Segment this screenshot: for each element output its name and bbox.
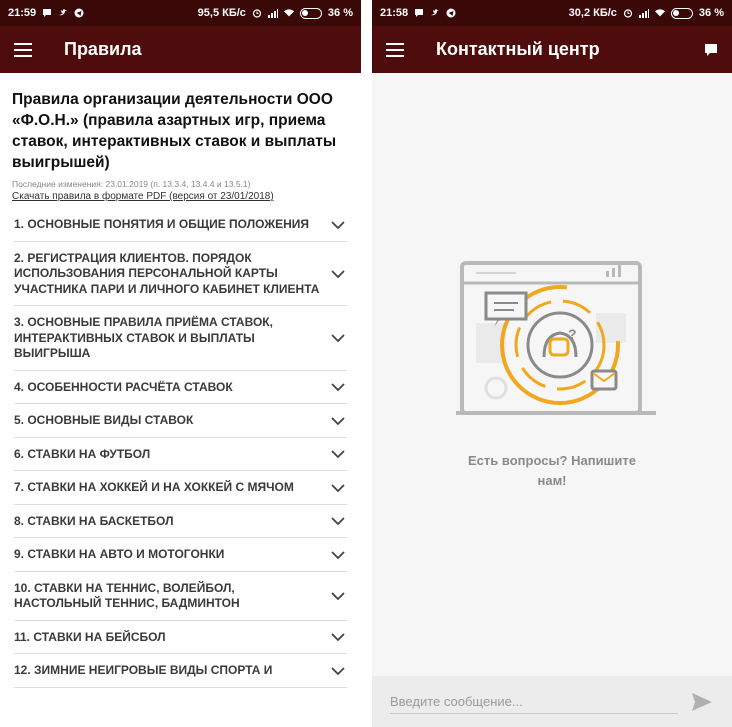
rules-list-item[interactable]: 2. РЕГИСТРАЦИЯ КЛИЕНТОВ. ПОРЯДОК ИСПОЛЬЗ… [14, 242, 347, 306]
battery-level: 36 % [698, 7, 724, 19]
status-bar: 21:59 95,5 КБ/с 36 % [0, 0, 361, 26]
network-speed: 30,2 КБ/с [568, 7, 617, 19]
battery-icon [299, 7, 322, 19]
network-speed: 95,5 КБ/с [197, 7, 246, 19]
message-composer [372, 676, 732, 727]
rules-list-item[interactable]: 10. СТАВКИ НА ТЕННИС, ВОЛЕЙБОЛ, НАСТОЛЬН… [14, 572, 347, 621]
chevron-down-icon[interactable] [331, 666, 345, 676]
rules-list-item[interactable]: 7. СТАВКИ НА ХОККЕЙ И НА ХОККЕЙ С МЯЧОМ [14, 471, 347, 505]
twitter-icon [431, 9, 440, 16]
chevron-down-icon[interactable] [331, 591, 345, 601]
chat-area: ? Есть вопросы? Напишите нам! [372, 73, 732, 677]
telegram-icon [446, 8, 456, 18]
battery-level: 36 % [327, 7, 353, 19]
wifi-icon [654, 9, 665, 17]
chevron-down-icon[interactable] [331, 449, 345, 459]
screen-divider [361, 0, 372, 727]
app-bar: Контактный центр [372, 26, 732, 73]
support-agent-icon: ? [456, 261, 656, 415]
svg-text:?: ? [568, 326, 577, 342]
menu-icon[interactable] [14, 42, 32, 57]
chevron-down-icon[interactable] [331, 632, 345, 642]
chevron-down-icon[interactable] [331, 333, 345, 343]
last-updated-text: Последние изменения: 23.01.2019 (п. 13.3… [12, 179, 251, 189]
rules-list-item[interactable]: 12. ЗИМНИЕ НЕИГРОВЫЕ ВИДЫ СПОРТА И [14, 654, 347, 688]
rules-list-item[interactable]: 4. ОСОБЕННОСТИ РАСЧЁТА СТАВОК [14, 371, 347, 404]
chevron-down-icon[interactable] [331, 550, 345, 560]
chevron-down-icon[interactable] [331, 220, 345, 230]
chevron-down-icon[interactable] [331, 483, 345, 493]
rule-title: 7. СТАВКИ НА ХОККЕЙ И НА ХОККЕЙ С МЯЧОМ [14, 480, 294, 494]
rules-list-item[interactable]: 8. СТАВКИ НА БАСКЕТБОЛ [14, 505, 347, 538]
contact-center-screen: 21:58 30,2 КБ/с 36 % Контактный центр ? … [372, 0, 732, 727]
alarm-icon [252, 9, 262, 18]
chat-bubble-icon [43, 9, 52, 17]
status-time: 21:59 [8, 7, 37, 19]
signal-icon [638, 9, 649, 18]
app-bar: Правила [0, 26, 361, 73]
rule-title: 9. СТАВКИ НА АВТО И МОТОГОНКИ [14, 547, 225, 561]
rule-title: 3. ОСНОВНЫЕ ПРАВИЛА ПРИЁМА СТАВОК, ИНТЕР… [14, 315, 273, 360]
wifi-icon [283, 9, 294, 17]
twitter-icon [59, 9, 68, 16]
status-bar: 21:58 30,2 КБ/с 36 % [372, 0, 732, 26]
chat-bubble-icon [415, 9, 424, 17]
rule-title: 1. ОСНОВНЫЕ ПОНЯТИЯ И ОБЩИЕ ПОЛОЖЕНИЯ [14, 217, 310, 231]
rules-list-item[interactable]: 11. СТАВКИ НА БЕЙСБОЛ [14, 621, 347, 654]
rule-title: 11. СТАВКИ НА БЕЙСБОЛ [14, 629, 166, 644]
rules-list-item[interactable]: 1. ОСНОВНЫЕ ПОНЯТИЯ И ОБЩИЕ ПОЛОЖЕНИЯ [14, 208, 347, 242]
send-icon[interactable] [690, 690, 714, 714]
chevron-down-icon[interactable] [331, 382, 345, 392]
rules-list-item[interactable]: 3. ОСНОВНЫЕ ПРАВИЛА ПРИЁМА СТАВОК, ИНТЕР… [14, 306, 347, 371]
telegram-icon [74, 8, 84, 18]
status-time: 21:58 [380, 7, 409, 19]
chat-icon[interactable] [704, 43, 718, 57]
rules-list-item[interactable]: 5. ОСНОВНЫЕ ВИДЫ СТАВОК [14, 404, 347, 438]
message-input[interactable] [390, 689, 678, 714]
signal-icon [267, 9, 278, 18]
rules-list-item[interactable]: 9. СТАВКИ НА АВТО И МОТОГОНКИ [14, 538, 347, 572]
rules-list-item[interactable]: 6. СТАВКИ НА ФУТБОЛ [14, 438, 347, 471]
rule-title: 12. ЗИМНИЕ НЕИГРОВЫЕ ВИДЫ СПОРТА И [14, 663, 273, 677]
rule-title: 4. ОСОБЕННОСТИ РАСЧЁТА СТАВОК [14, 379, 233, 394]
rules-screen: 21:59 95,5 КБ/с 36 % Правила Правила орг… [0, 0, 361, 727]
page-title: Правила [64, 39, 142, 59]
rules-list: 1. ОСНОВНЫЕ ПОНЯТИЯ И ОБЩИЕ ПОЛОЖЕНИЯ 2. … [14, 208, 347, 688]
rule-title: 6. СТАВКИ НА ФУТБОЛ [14, 446, 151, 461]
menu-icon[interactable] [386, 42, 404, 57]
chevron-down-icon[interactable] [331, 516, 345, 526]
chevron-down-icon[interactable] [331, 416, 345, 426]
download-pdf-link[interactable]: Скачать правила в формате PDF (версия от… [12, 191, 349, 202]
alarm-icon [623, 9, 633, 18]
rules-title: Правила организации деятельности ООО «Ф.… [12, 91, 337, 171]
rule-title: 2. РЕГИСТРАЦИЯ КЛИЕНТОВ. ПОРЯДОК ИСПОЛЬЗ… [14, 250, 320, 296]
rules-header: Правила организации деятельности ООО «Ф.… [0, 73, 361, 202]
battery-icon [670, 7, 693, 19]
rule-title: 8. СТАВКИ НА БАСКЕТБОЛ [14, 513, 174, 528]
rule-title: 10. СТАВКИ НА ТЕННИС, ВОЛЕЙБОЛ, НАСТОЛЬН… [14, 580, 240, 611]
page-title: Контактный центр [436, 39, 600, 59]
rule-title: 5. ОСНОВНЫЕ ВИДЫ СТАВОК [14, 413, 194, 427]
chevron-down-icon[interactable] [331, 269, 345, 279]
empty-state-text: Есть вопросы? Напишите нам! [468, 453, 636, 488]
